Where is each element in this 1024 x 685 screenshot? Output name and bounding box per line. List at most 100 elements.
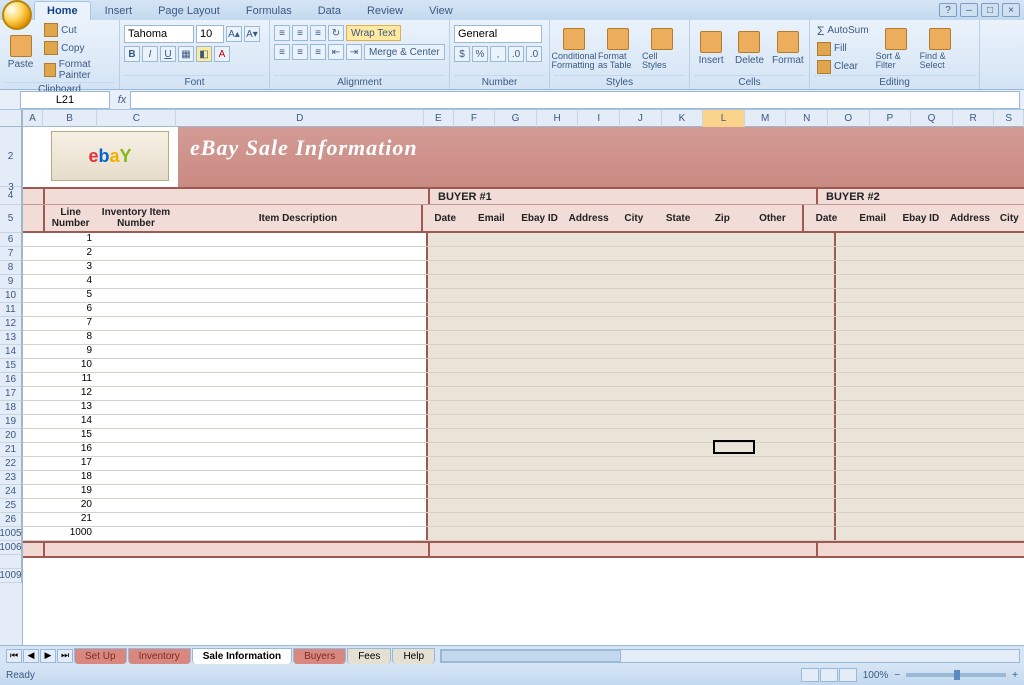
col-header-F[interactable]: F: [454, 110, 496, 127]
normal-view-button[interactable]: [801, 668, 819, 682]
hscrollbar-thumb[interactable]: [441, 650, 621, 662]
italic-button[interactable]: I: [142, 46, 158, 62]
underline-button[interactable]: U: [160, 46, 176, 62]
row-header[interactable]: 4: [0, 187, 22, 205]
fill-color-button[interactable]: ◧: [196, 46, 212, 62]
col-header-G[interactable]: G: [495, 110, 537, 127]
office-button[interactable]: [2, 0, 32, 30]
zoom-out-button[interactable]: −: [894, 670, 900, 681]
row-header[interactable]: 20: [0, 429, 22, 443]
table-row[interactable]: 20: [23, 499, 1024, 513]
grow-font-icon[interactable]: A▴: [226, 26, 242, 42]
align-left-icon[interactable]: ≡: [274, 44, 290, 60]
sheet-tab-inventory[interactable]: Inventory: [128, 648, 191, 664]
table-row[interactable]: 19: [23, 485, 1024, 499]
cell-styles-button[interactable]: Cell Styles: [642, 24, 682, 74]
col-header-K[interactable]: K: [662, 110, 704, 127]
col-header-C[interactable]: C: [97, 110, 176, 127]
ribbon-tab-insert[interactable]: Insert: [93, 2, 145, 20]
indent-dec-icon[interactable]: ⇤: [328, 44, 344, 60]
number-format-select[interactable]: [454, 25, 542, 43]
find-select-button[interactable]: Find & Select: [920, 24, 960, 74]
border-button[interactable]: ▦: [178, 46, 194, 62]
table-row[interactable]: 3: [23, 261, 1024, 275]
row-header[interactable]: 5: [0, 205, 22, 233]
help-icon[interactable]: ?: [939, 3, 957, 17]
table-row[interactable]: 15: [23, 429, 1024, 443]
col-header-H[interactable]: H: [537, 110, 579, 127]
table-row[interactable]: 7: [23, 317, 1024, 331]
table-row[interactable]: 21: [23, 513, 1024, 527]
currency-icon[interactable]: $: [454, 46, 470, 62]
clear-button[interactable]: Clear: [814, 59, 872, 75]
format-painter-button[interactable]: Format Painter: [41, 58, 115, 82]
row-header[interactable]: 19: [0, 415, 22, 429]
font-size-select[interactable]: [196, 25, 224, 43]
col-header-B[interactable]: B: [43, 110, 97, 127]
table-row[interactable]: 2: [23, 247, 1024, 261]
row-header[interactable]: 15: [0, 359, 22, 373]
row-header[interactable]: 24: [0, 485, 22, 499]
conditional-formatting-button[interactable]: Conditional Formatting: [554, 24, 594, 74]
table-row[interactable]: 11: [23, 373, 1024, 387]
col-header-M[interactable]: M: [745, 110, 787, 127]
font-name-select[interactable]: [124, 25, 194, 43]
fx-icon[interactable]: fx: [114, 92, 130, 108]
table-row[interactable]: 8: [23, 331, 1024, 345]
comma-icon[interactable]: ,: [490, 46, 506, 62]
row-header[interactable]: 12: [0, 317, 22, 331]
col-header-R[interactable]: R: [953, 110, 995, 127]
row-header[interactable]: 11: [0, 303, 22, 317]
merge-center-button[interactable]: Merge & Center: [364, 44, 445, 60]
row-header[interactable]: 26: [0, 513, 22, 527]
col-header-S[interactable]: S: [994, 110, 1024, 127]
ribbon-tab-review[interactable]: Review: [355, 2, 415, 20]
table-row[interactable]: 10: [23, 359, 1024, 373]
restore-icon[interactable]: □: [981, 3, 999, 17]
align-mid-icon[interactable]: ≡: [292, 25, 308, 41]
align-center-icon[interactable]: ≡: [292, 44, 308, 60]
ribbon-tab-data[interactable]: Data: [306, 2, 353, 20]
table-row[interactable]: 12: [23, 387, 1024, 401]
row-header[interactable]: 21: [0, 443, 22, 457]
align-right-icon[interactable]: ≡: [310, 44, 326, 60]
ribbon-tab-formulas[interactable]: Formulas: [234, 2, 304, 20]
insert-cells-button[interactable]: Insert: [694, 24, 728, 74]
page-break-view-button[interactable]: [839, 668, 857, 682]
col-header-L[interactable]: L: [703, 110, 745, 127]
sheet-tab-buyers[interactable]: Buyers: [293, 648, 346, 664]
row-header[interactable]: 23: [0, 471, 22, 485]
col-header-J[interactable]: J: [620, 110, 662, 127]
row-header[interactable]: 1009: [0, 569, 22, 583]
row-header[interactable]: 16: [0, 373, 22, 387]
formula-input[interactable]: [130, 91, 1020, 109]
delete-cells-button[interactable]: Delete: [732, 24, 766, 74]
row-header[interactable]: 8: [0, 261, 22, 275]
row-header[interactable]: 14: [0, 345, 22, 359]
col-header-E[interactable]: E: [424, 110, 454, 127]
sheet-tab-fees[interactable]: Fees: [347, 648, 391, 664]
inc-decimal-icon[interactable]: .0: [508, 46, 524, 62]
fill-button[interactable]: Fill: [814, 41, 872, 57]
row-header[interactable]: 9: [0, 275, 22, 289]
col-header-D[interactable]: D: [176, 110, 423, 127]
autosum-button[interactable]: ΣAutoSum: [814, 23, 872, 39]
table-row[interactable]: 1: [23, 233, 1024, 247]
row-header[interactable]: 18: [0, 401, 22, 415]
tab-nav-first[interactable]: ⏮: [6, 649, 22, 663]
align-bot-icon[interactable]: ≡: [310, 25, 326, 41]
cut-button[interactable]: Cut: [41, 22, 115, 38]
row-header[interactable]: 13: [0, 331, 22, 345]
col-header-I[interactable]: I: [578, 110, 620, 127]
select-all-corner[interactable]: [0, 110, 22, 127]
shrink-font-icon[interactable]: A▾: [244, 26, 260, 42]
row-header[interactable]: 10: [0, 289, 22, 303]
zoom-thumb[interactable]: [954, 670, 960, 680]
row-header[interactable]: 2: [0, 127, 22, 187]
table-row[interactable]: 18: [23, 471, 1024, 485]
table-row[interactable]: 5: [23, 289, 1024, 303]
data-rows[interactable]: 1234567891011121314151617181920211000: [23, 233, 1024, 541]
row-header[interactable]: 17: [0, 387, 22, 401]
table-row[interactable]: 4: [23, 275, 1024, 289]
copy-button[interactable]: Copy: [41, 40, 115, 56]
